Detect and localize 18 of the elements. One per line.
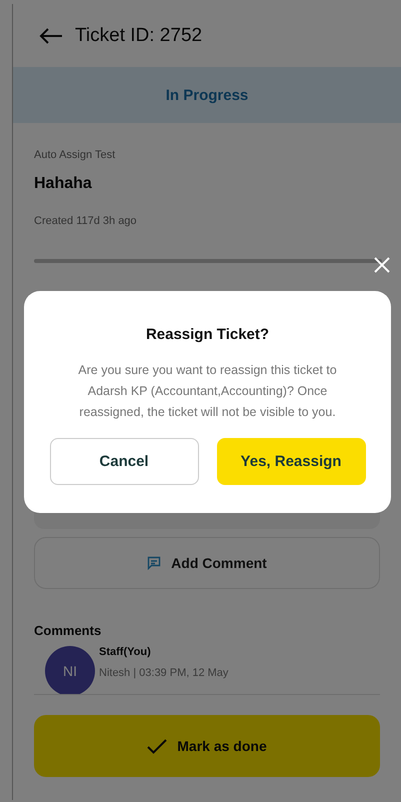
comment-author: Staff(You): [99, 646, 152, 658]
confirm-button[interactable]: Yes, Reassign: [216, 438, 366, 485]
back-arrow-icon[interactable]: [39, 28, 63, 44]
cancel-button[interactable]: Cancel: [50, 438, 198, 485]
created-time: Created 117d 3h ago: [34, 215, 138, 227]
mark-as-done-button[interactable]: Mark as done: [34, 715, 380, 777]
comment-meta: Nitesh | 03:39 PM, 12 May: [99, 667, 228, 679]
check-icon: [147, 738, 168, 754]
ticket-category: Auto Assign Test: [34, 149, 116, 161]
avatar: NI: [45, 646, 95, 694]
comment-icon: [147, 556, 162, 570]
page-title: Ticket ID: 2752: [75, 24, 202, 46]
status-label: In Progress: [166, 86, 248, 104]
comments-heading: Comments: [34, 623, 102, 638]
add-comment-button[interactable]: Add Comment: [34, 537, 380, 589]
dialog-message: Are you sure you want to reassign this ticket to Adarsh KP (Accountant,Accounting)? Once reassigned, the ticket will not be visible to you.: [77, 362, 338, 421]
dialog-title: Reassign Ticket?: [146, 326, 270, 343]
ticket-title: Hahaha: [34, 175, 93, 193]
